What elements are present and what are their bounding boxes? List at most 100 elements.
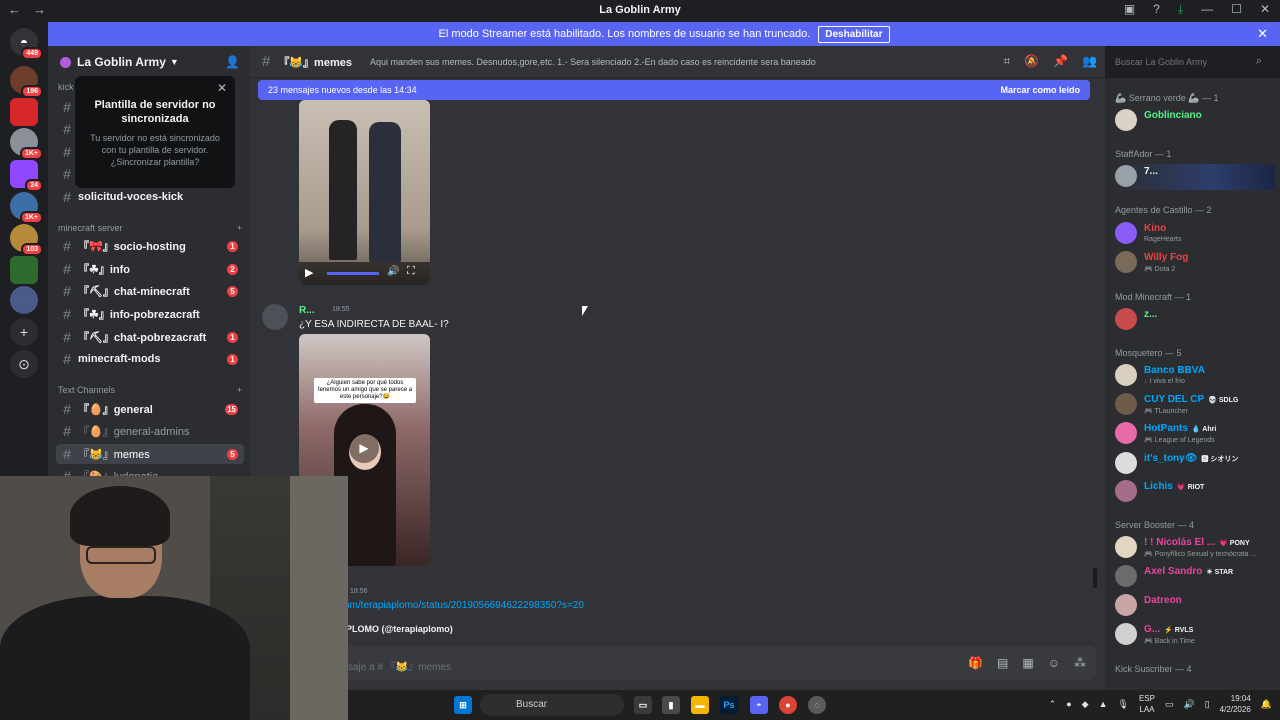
play-icon[interactable]: ▶ <box>305 266 313 279</box>
close-window-icon[interactable]: ✕ <box>1260 2 1270 17</box>
member-item[interactable]: z... <box>1115 307 1280 333</box>
category-minecraft-server[interactable]: minecraft server + <box>58 223 242 233</box>
channel-topic[interactable]: Aqui manden sus memes. Desnudos,gore,etc… <box>370 57 990 67</box>
banner-close-icon[interactable]: ✕ <box>1257 26 1268 42</box>
chevron-up-icon[interactable]: ⌃ <box>1049 699 1057 710</box>
server-icon[interactable] <box>10 98 38 126</box>
channel-solicitud-voces-kick[interactable]: # solicitud-voces-kick <box>56 187 244 207</box>
channel-name: 『⛏』chat-minecraft <box>78 286 190 298</box>
photoshop-icon[interactable]: Ps <box>720 696 738 714</box>
channel-item[interactable]: # 『⛏』chat-pobrezacraft 1 <box>56 327 244 347</box>
windows-start-icon[interactable]: ⊞ <box>454 696 472 714</box>
chrome-icon[interactable]: ● <box>779 696 797 714</box>
category-text-channels[interactable]: Text Channels + <box>58 385 242 395</box>
app-icon[interactable]: ▮ <box>662 696 680 714</box>
member-item[interactable]: 7... <box>1115 164 1275 190</box>
direct-messages-server[interactable]: ◓ 449 <box>10 28 43 60</box>
server-icon[interactable]: 24 <box>10 160 43 192</box>
member-item[interactable]: Kino RageHearts <box>1115 221 1280 247</box>
new-messages-bar[interactable]: 23 mensajes nuevos desde las 14:34 Marca… <box>258 80 1090 100</box>
discover-icon[interactable]: ⊙ <box>10 350 38 378</box>
threads-icon[interactable]: ⌗ <box>1003 54 1010 69</box>
download-icon[interactable]: ⤓ <box>1178 2 1183 17</box>
invite-people-icon[interactable]: 👤 <box>225 55 240 69</box>
disable-streamer-button[interactable]: Deshabilitar <box>818 25 890 43</box>
channel-item[interactable]: # 『🥚』general-admins <box>56 421 244 441</box>
notification-bell-icon[interactable]: 🔔 <box>1261 699 1272 710</box>
microphone-icon[interactable]: 🎙 <box>1118 699 1129 710</box>
language-indicator[interactable]: ESP LAA <box>1139 693 1155 715</box>
member-item[interactable]: ! ! Nicolás El ... 💗 PONY 🎮 Ponyfílico Se… <box>1115 535 1280 561</box>
member-item[interactable]: CUY DEL CP 💀 SDLG 🎮 TLauncher <box>1115 392 1280 418</box>
discord-taskbar-icon[interactable]: ◓ <box>750 696 768 714</box>
member-item[interactable]: Axel Sandro ☀ STAR <box>1115 564 1280 590</box>
mute-bell-icon[interactable]: 🔕 <box>1024 54 1039 69</box>
pin-icon[interactable]: 📌 <box>1053 54 1068 69</box>
tray-app-icon[interactable]: ● <box>1066 699 1071 709</box>
task-view-icon[interactable]: ▭ <box>634 696 652 714</box>
gift-icon[interactable]: 🎁 <box>968 656 983 670</box>
video-attachment[interactable]: ▶ 🔊 ⛶ <box>299 100 430 285</box>
gif-icon[interactable]: ▤ <box>997 656 1008 670</box>
channel-memes-active[interactable]: # 『😹』memes 5 <box>56 444 244 464</box>
member-name: ! ! Nicolás El ... <box>1144 537 1216 548</box>
message-composer[interactable]: saje a # 『😹』memes 🎁 ▤ ▦ ☺ ⁂ <box>258 646 1096 680</box>
volume-icon[interactable]: 🔊 <box>1183 699 1194 710</box>
member-status: 🎮 League of Legends <box>1144 437 1215 444</box>
inbox-icon[interactable]: ▣ <box>1124 2 1135 17</box>
search-input[interactable] <box>1109 51 1274 73</box>
server-icon[interactable]: 1K+ <box>10 192 43 224</box>
member-item[interactable]: Goblinciano <box>1115 108 1280 134</box>
server-icon[interactable]: 103 <box>10 224 43 256</box>
taskbar-search[interactable]: Buscar <box>480 694 624 716</box>
battery-icon[interactable]: ▯ <box>1205 699 1210 710</box>
member-item[interactable]: Lichis 💗 RIOT <box>1115 479 1280 505</box>
tray-app-icon[interactable]: ▲ <box>1099 699 1108 709</box>
app-icon[interactable]: ◌ <box>808 696 826 714</box>
scrollbar[interactable] <box>1093 568 1097 588</box>
tray-app-icon[interactable]: ◆ <box>1082 699 1089 710</box>
member-name: Kino <box>1144 223 1167 234</box>
member-item[interactable]: G... ⚡ RVLS 🎮 Back in Time <box>1115 622 1280 648</box>
member-item[interactable]: HotPants 💧 Ahri 🎮 League of Legends <box>1115 421 1280 447</box>
emoji-icon[interactable]: ☺ <box>1048 656 1060 670</box>
message-link[interactable]: om/terapiaplomo/status/20190566946222983… <box>344 600 584 611</box>
minimize-icon[interactable]: — <box>1201 2 1213 17</box>
server-icon[interactable]: 196 <box>10 66 43 98</box>
mark-as-read-button[interactable]: Marcar como leído <box>1000 85 1080 95</box>
network-icon[interactable]: ▭ <box>1165 699 1174 710</box>
channel-item[interactable]: # minecraft-mods 1 <box>56 349 244 369</box>
sticker-icon[interactable]: ▦ <box>1022 656 1033 670</box>
channel-item[interactable]: # 『🥚』general 15 <box>56 399 244 419</box>
fullscreen-icon[interactable]: ⛶ <box>407 265 415 278</box>
maximize-icon[interactable]: ☐ <box>1231 2 1242 17</box>
channel-item[interactable]: # 『🎀』socio-hosting 1 <box>56 236 244 256</box>
progress-bar[interactable] <box>327 272 379 275</box>
member-name: z... <box>1144 309 1158 320</box>
add-server-icon[interactable]: + <box>10 318 38 346</box>
server-icon[interactable] <box>10 256 38 284</box>
file-explorer-icon[interactable]: ▬ <box>691 696 709 714</box>
clock[interactable]: 19:04 4/2/2026 <box>1220 693 1251 715</box>
add-channel-icon[interactable]: + <box>237 223 242 233</box>
help-icon[interactable]: ? <box>1153 2 1160 17</box>
embed-title[interactable]: PLOMO (@terapiaplomo) <box>346 624 453 634</box>
member-list-icon[interactable]: 👥 <box>1082 54 1097 69</box>
guild-header[interactable]: La Goblin Army ▼ 👤 <box>48 46 250 78</box>
channel-item[interactable]: # 『☘』info 2 <box>56 259 244 279</box>
popup-close-icon[interactable]: ✕ <box>217 81 227 95</box>
message-author[interactable]: R... <box>299 305 315 316</box>
member-item[interactable]: it's_tony👁 🅱 シオリン <box>1115 451 1280 477</box>
server-icon[interactable] <box>10 286 38 314</box>
add-channel-icon[interactable]: + <box>237 385 242 395</box>
server-icon[interactable]: 1K+ <box>10 128 43 160</box>
play-icon[interactable]: ▶ <box>349 433 379 463</box>
member-item[interactable]: Datreon <box>1115 593 1280 619</box>
apps-icon[interactable]: ⁂ <box>1074 656 1086 670</box>
channel-item[interactable]: # 『⛏』chat-minecraft 5 <box>56 281 244 301</box>
channel-item[interactable]: # 『☘』info-pobrezacraft <box>56 304 244 324</box>
member-item[interactable]: Willy Fog 🎮 Dota 2 <box>1115 250 1280 276</box>
volume-icon[interactable]: 🔊 <box>387 266 399 277</box>
avatar[interactable] <box>262 304 288 330</box>
member-item[interactable]: Banco BBVA ↓ t viva el frio <box>1115 363 1280 389</box>
